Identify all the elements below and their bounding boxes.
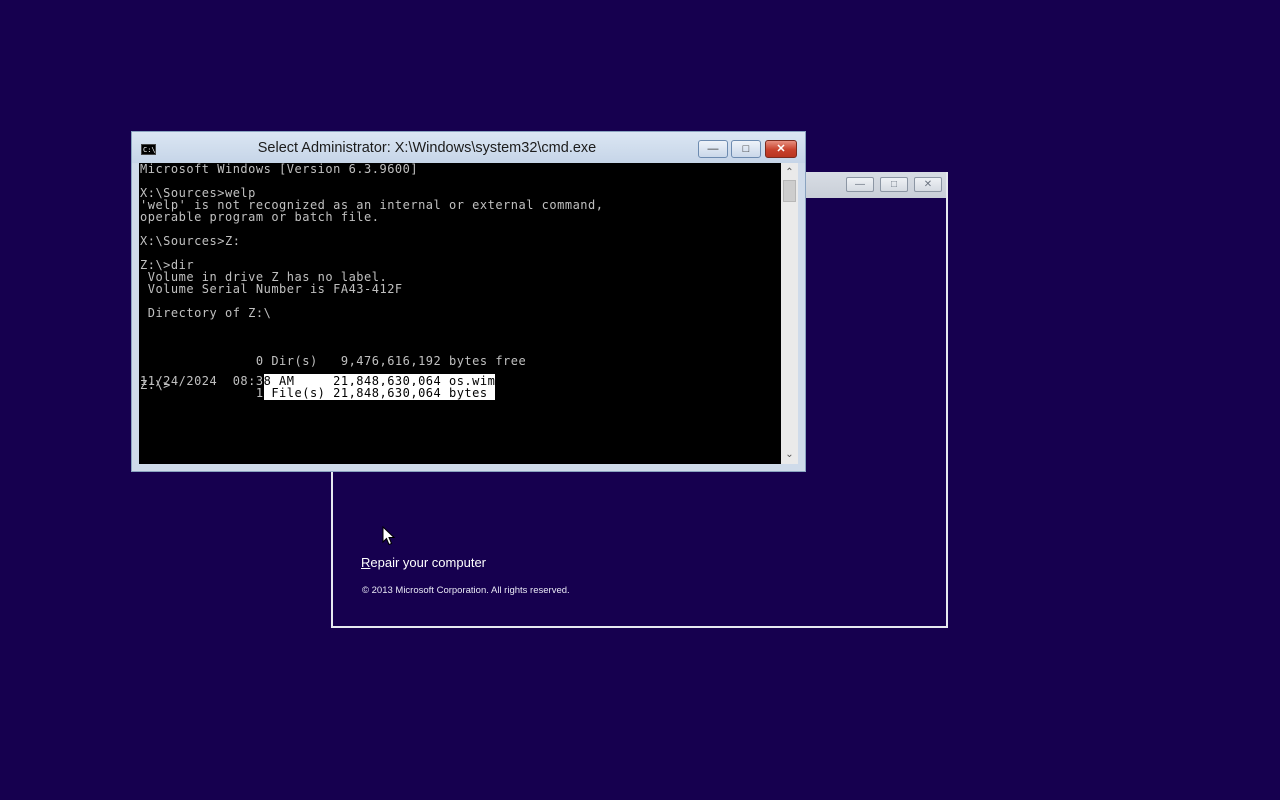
scroll-thumb[interactable] (783, 180, 796, 202)
close-icon: ✕ (776, 143, 786, 155)
desktop: — □ ✕ Repair your computer © 2013 Micros… (0, 0, 1280, 800)
console-line: operable program or batch file. (140, 210, 380, 224)
chevron-down-icon: ⌄ (785, 449, 794, 460)
maximize-icon: □ (742, 143, 750, 155)
maximize-icon: □ (890, 179, 898, 190)
minimize-icon: — (707, 143, 719, 155)
chevron-up-icon: ⌃ (785, 167, 794, 178)
scroll-up-button[interactable]: ⌃ (781, 165, 798, 180)
scroll-down-button[interactable]: ⌄ (781, 447, 798, 462)
cmd-window: C:\ Select Administrator: X:\Windows\sys… (131, 131, 806, 472)
console-line: Microsoft Windows [Version 6.3.9600] (140, 163, 419, 176)
close-icon: ✕ (923, 179, 933, 190)
console-output[interactable]: Microsoft Windows [Version 6.3.9600] X:\S… (139, 163, 781, 464)
repair-link-label: epair your computer (370, 555, 487, 570)
minimize-icon: — (855, 179, 865, 190)
repair-link-accesskey: R (361, 555, 371, 570)
mouse-cursor-icon (382, 526, 396, 546)
cmd-window-title: Select Administrator: X:\Windows\system3… (257, 140, 597, 156)
console-line: Directory of Z:\ (140, 306, 272, 320)
cmd-minimize-button[interactable]: — (698, 140, 728, 158)
console-line: 0 Dir(s) 9,476,616,192 bytes free (140, 354, 527, 368)
setup-minimize-button[interactable]: — (846, 177, 874, 192)
repair-your-computer-link[interactable]: Repair your computer (361, 555, 486, 570)
console-scrollbar[interactable]: ⌃ ⌄ (781, 163, 798, 464)
setup-maximize-button[interactable]: □ (880, 177, 908, 192)
copyright-text: © 2013 Microsoft Corporation. All rights… (362, 585, 570, 596)
cmd-close-button[interactable]: ✕ (765, 140, 797, 158)
cmd-titlebar[interactable]: C:\ Select Administrator: X:\Windows\sys… (132, 132, 805, 163)
setup-close-button[interactable]: ✕ (914, 177, 942, 192)
console-line: X:\Sources>Z: (140, 234, 241, 248)
files-line-prefix: 1 (140, 386, 264, 400)
console-files-summary-line: 1 File(s) 21,848,630,064 bytes (140, 386, 496, 400)
files-line-selection: File(s) 21,848,630,064 bytes (263, 386, 496, 400)
cmd-maximize-button[interactable]: □ (731, 140, 761, 158)
console-line: Volume Serial Number is FA43-412F (140, 282, 403, 296)
